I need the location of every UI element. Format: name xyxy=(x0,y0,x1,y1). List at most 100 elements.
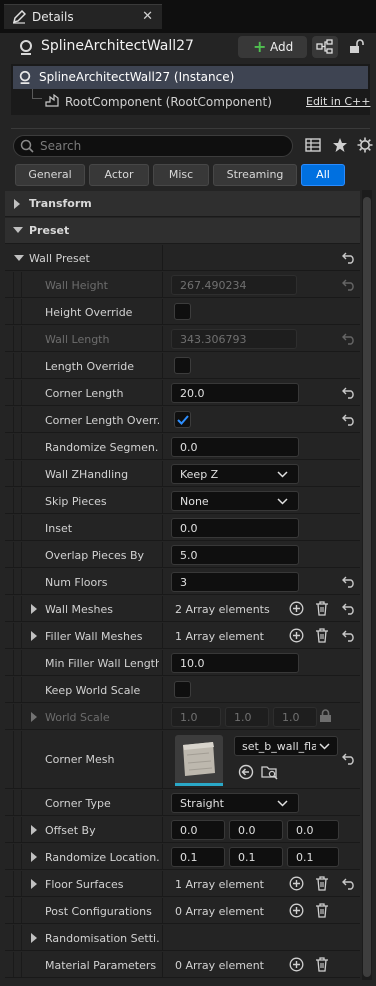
randomize-location-y-field[interactable]: 0.1 xyxy=(229,847,283,867)
offset-by-y-field[interactable]: 0.0 xyxy=(229,820,283,840)
browse-asset-icon[interactable] xyxy=(261,764,279,780)
root-component-label[interactable]: RootComponent (RootComponent) xyxy=(65,95,272,109)
filter-all[interactable]: All xyxy=(301,164,345,186)
reset-arrow-icon[interactable] xyxy=(342,387,356,399)
indent-guide xyxy=(21,353,22,378)
subcategory-wall-preset[interactable]: Wall Preset xyxy=(5,245,360,271)
add-element-icon[interactable] xyxy=(289,957,304,972)
gear-icon[interactable] xyxy=(357,137,373,153)
trash-icon[interactable] xyxy=(315,601,329,616)
num-floors-field[interactable]: 3 xyxy=(171,572,299,592)
filter-misc[interactable]: Misc xyxy=(153,164,209,186)
property-label: Min Filler Wall Length xyxy=(45,657,159,670)
reset-arrow-icon[interactable] xyxy=(342,630,356,642)
expand-arrow-icon[interactable] xyxy=(30,631,38,641)
reset-arrow-icon xyxy=(342,333,356,345)
reset-arrow-icon[interactable] xyxy=(342,603,356,615)
scrollbar-thumb[interactable] xyxy=(363,197,371,977)
chevron-down-icon xyxy=(319,743,330,750)
min-filler-wall-length-field[interactable]: 10.0 xyxy=(171,653,299,673)
actor-icon xyxy=(18,39,34,55)
search-input[interactable] xyxy=(40,137,280,155)
skip-pieces-dropdown[interactable]: None xyxy=(171,491,299,511)
add-element-icon[interactable] xyxy=(289,628,304,643)
trash-icon[interactable] xyxy=(315,876,329,891)
corner-length-field[interactable]: 20.0 xyxy=(171,383,299,403)
indent-guide xyxy=(21,596,22,621)
property-row-filler-wall-meshes: Filler Wall Meshes 1 Array element xyxy=(5,623,360,649)
property-label: Inset xyxy=(45,522,73,535)
property-label: Corner Length Overr... xyxy=(45,414,159,427)
edit-in-cpp-link[interactable]: Edit in C++ xyxy=(306,95,370,108)
chevron-down-icon xyxy=(277,471,288,478)
component-instance-row[interactable]: SplineArchitectWall27 (Instance) xyxy=(13,66,368,89)
offset-by-z-field[interactable]: 0.0 xyxy=(287,820,339,840)
property-row-randomize-segments: Randomize Segmen... 0.0 xyxy=(5,434,360,460)
add-element-icon[interactable] xyxy=(289,876,304,891)
filter-general[interactable]: General xyxy=(15,164,85,186)
add-element-icon[interactable] xyxy=(289,903,304,918)
table-view-icon[interactable] xyxy=(305,137,321,153)
star-icon[interactable] xyxy=(332,137,348,153)
randomize-segments-field[interactable]: 0.0 xyxy=(171,437,299,457)
height-override-checkbox[interactable] xyxy=(174,303,191,320)
lock-icon xyxy=(319,709,332,723)
filter-actor[interactable]: Actor xyxy=(89,164,149,186)
search-box[interactable] xyxy=(13,135,293,157)
randomize-location-x-field[interactable]: 0.1 xyxy=(171,847,225,867)
property-label: Num Floors xyxy=(45,576,108,589)
indent-guide xyxy=(13,650,14,675)
property-label: Corner Length xyxy=(45,387,124,400)
expand-arrow-icon[interactable] xyxy=(30,879,38,889)
add-component-button[interactable]: + Add xyxy=(238,36,307,58)
reset-arrow-icon[interactable] xyxy=(342,414,356,426)
overlap-pieces-by-field[interactable]: 5.0 xyxy=(171,545,299,565)
wall-zhandling-dropdown[interactable]: Keep Z xyxy=(171,464,299,484)
corner-type-dropdown[interactable]: Straight xyxy=(171,793,299,813)
lock-icon[interactable] xyxy=(348,39,364,55)
keep-world-scale-checkbox[interactable] xyxy=(174,681,191,698)
section-preset[interactable]: Preset xyxy=(5,218,360,244)
filter-streaming[interactable]: Streaming xyxy=(213,164,297,186)
tab-details[interactable]: Details ✕ xyxy=(4,4,162,29)
indent-guide xyxy=(21,542,22,567)
corner-length-override-checkbox[interactable] xyxy=(174,411,191,428)
expand-arrow-icon[interactable] xyxy=(30,604,38,614)
trash-icon[interactable] xyxy=(315,903,329,918)
reset-arrow-icon[interactable] xyxy=(342,252,356,264)
column-divider xyxy=(162,515,163,540)
trash-icon[interactable] xyxy=(315,628,329,643)
wall-height-field: 267.490234 xyxy=(171,275,297,295)
close-icon[interactable]: ✕ xyxy=(142,9,153,24)
expand-arrow-icon[interactable] xyxy=(30,852,38,862)
column-divider xyxy=(162,407,163,432)
column-divider xyxy=(162,326,163,351)
length-override-checkbox[interactable] xyxy=(174,357,191,374)
randomize-location-z-field[interactable]: 0.1 xyxy=(287,847,339,867)
trash-icon[interactable] xyxy=(315,957,329,972)
indent-guide xyxy=(13,704,14,729)
offset-by-x-field[interactable]: 0.0 xyxy=(171,820,225,840)
indent-guide xyxy=(21,569,22,594)
blueprint-button[interactable] xyxy=(312,36,338,58)
mesh-thumbnail[interactable] xyxy=(175,735,223,786)
property-row-num-floors: Num Floors 3 xyxy=(5,569,360,595)
reset-arrow-icon[interactable] xyxy=(342,576,356,588)
reset-arrow-icon[interactable] xyxy=(342,753,356,765)
corner-mesh-dropdown[interactable]: set_b_wall_fla xyxy=(234,736,338,756)
section-transform[interactable]: Transform xyxy=(5,191,360,217)
reset-arrow-icon[interactable] xyxy=(342,878,356,890)
expand-arrow-icon[interactable] xyxy=(30,825,38,835)
expand-arrow-icon[interactable] xyxy=(30,933,38,943)
indent-guide xyxy=(21,677,22,702)
dropdown-value: Straight xyxy=(180,797,224,810)
add-element-icon[interactable] xyxy=(289,601,304,616)
inset-field[interactable]: 0.0 xyxy=(171,518,299,538)
property-row-keep-world-scale: Keep World Scale xyxy=(5,677,360,703)
use-selected-asset-icon[interactable] xyxy=(238,764,254,780)
property-label: Length Override xyxy=(45,360,135,373)
indent-guide xyxy=(13,623,14,648)
indent-guide xyxy=(13,515,14,540)
collapse-arrow-icon xyxy=(14,254,24,262)
indent-guide xyxy=(13,434,14,459)
